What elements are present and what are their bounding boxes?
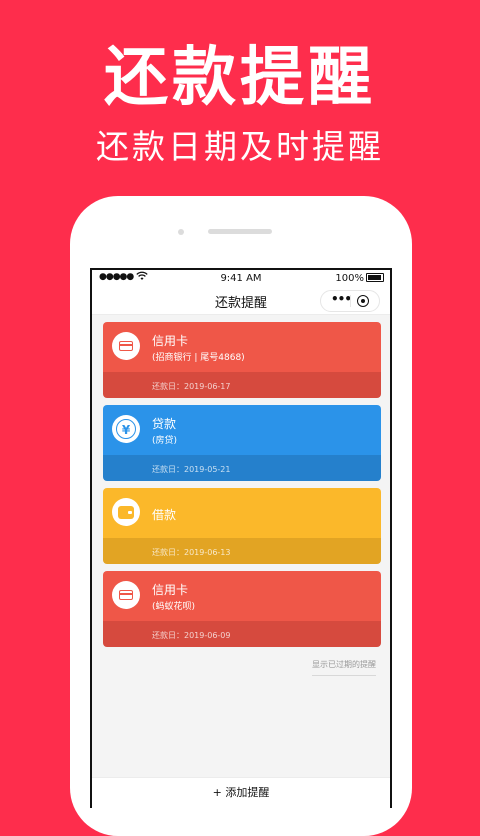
credit-card-icon: [112, 581, 140, 609]
reminder-card-footer: 还款日：2019-05-21: [103, 455, 381, 481]
reminder-card-header: 借款: [103, 488, 381, 538]
reminder-due-date: 还款日：2019-06-17: [152, 382, 231, 391]
reminder-name: 借款: [152, 508, 177, 522]
reminder-name: 信用卡: [152, 334, 189, 348]
add-reminder-button[interactable]: + 添加提醒: [92, 777, 390, 808]
reminder-due-date: 还款日：2019-06-13: [152, 548, 231, 557]
app-screen: ●●●●● 9:41 AM 100% 还款提醒 ••• 信用卡 (招商银行 | 尾…: [90, 268, 392, 808]
reminder-card-header: 信用卡 (蚂蚁花呗): [103, 571, 381, 621]
phone-speaker: [208, 229, 272, 234]
show-expired-link[interactable]: 显示已过期的提醒: [312, 659, 376, 676]
capsule-divider: [350, 295, 351, 307]
more-icon[interactable]: •••: [331, 292, 352, 306]
wallet-icon: [112, 498, 140, 526]
reminder-detail: (房贷): [152, 436, 178, 446]
reminder-card[interactable]: 借款还款日：2019-06-13: [103, 488, 381, 564]
phone-camera: [178, 229, 184, 235]
reminder-due-date: 还款日：2019-05-21: [152, 465, 231, 474]
reminder-name: 贷款: [152, 417, 177, 431]
reminder-card[interactable]: ¥ 贷款 (房贷) 还款日：2019-05-21: [103, 405, 381, 481]
battery-percent: 100%: [335, 273, 364, 284]
reminder-detail: (蚂蚁花呗): [152, 602, 196, 612]
nav-bar: 还款提醒 •••: [92, 288, 390, 315]
reminder-list: 信用卡 (招商银行 | 尾号4868) 还款日：2019-06-17 ¥ 贷款 (房贷) 还…: [103, 322, 381, 654]
battery-indicator: 100%: [335, 273, 384, 284]
status-bar: ●●●●● 9:41 AM 100%: [92, 270, 390, 288]
close-target-icon[interactable]: [357, 295, 369, 307]
reminder-card[interactable]: 信用卡 (招商银行 | 尾号4868) 还款日：2019-06-17: [103, 322, 381, 398]
reminder-card-footer: 还款日：2019-06-17: [103, 372, 381, 398]
reminder-card-header: ¥ 贷款 (房贷): [103, 405, 381, 455]
reminder-card-footer: 还款日：2019-06-09: [103, 621, 381, 647]
reminder-name: 信用卡: [152, 583, 189, 597]
reminder-card-footer: 还款日：2019-06-13: [103, 538, 381, 564]
promo-headline: 还款提醒: [104, 41, 376, 115]
credit-card-icon: [112, 332, 140, 360]
reminder-card-header: 信用卡 (招商银行 | 尾号4868): [103, 322, 381, 372]
reminder-card[interactable]: 信用卡 (蚂蚁花呗) 还款日：2019-06-09: [103, 571, 381, 647]
reminder-detail: (招商银行 | 尾号4868): [152, 353, 245, 363]
promo-subline: 还款日期及时提醒: [96, 127, 384, 166]
battery-icon: [366, 273, 384, 282]
reminder-due-date: 还款日：2019-06-09: [152, 631, 231, 640]
yen-coin-icon: ¥: [112, 415, 140, 443]
miniprogram-capsule: •••: [320, 290, 380, 312]
